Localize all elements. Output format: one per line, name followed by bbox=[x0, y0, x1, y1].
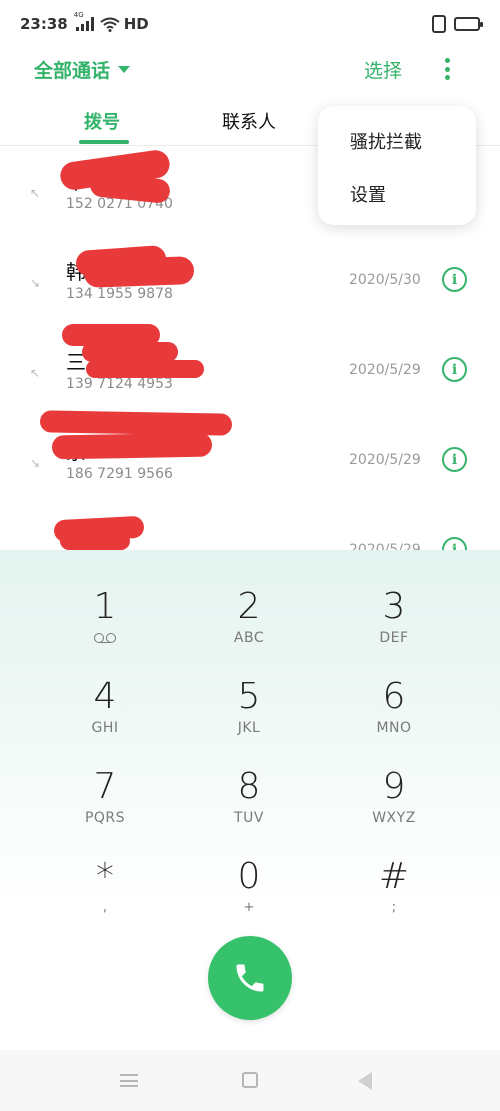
key-letters: TUV bbox=[234, 810, 264, 826]
redaction-mark bbox=[83, 256, 195, 288]
outgoing-call-icon: ↖ bbox=[30, 186, 41, 200]
key-letters: DEF bbox=[379, 630, 409, 646]
dialpad-key-3[interactable]: 3 DEF bbox=[334, 586, 454, 666]
recents-menu-icon[interactable] bbox=[120, 1074, 138, 1087]
key-letters: , bbox=[102, 900, 108, 915]
status-time: 23:38 bbox=[20, 15, 68, 33]
redaction-mark bbox=[60, 532, 130, 550]
vibrate-icon bbox=[432, 15, 446, 33]
incoming-call-icon: ↘ bbox=[30, 456, 41, 470]
caller-number: 134 1955 9878 bbox=[66, 286, 173, 302]
key-digit: 6 bbox=[382, 676, 406, 717]
select-button[interactable]: 选择 bbox=[364, 56, 402, 83]
redaction-mark bbox=[39, 410, 233, 436]
key-letters: GHI bbox=[91, 720, 119, 736]
key-digit: 1 bbox=[93, 586, 117, 627]
call-button[interactable] bbox=[208, 936, 292, 1020]
active-tab-indicator bbox=[79, 140, 129, 144]
call-filter-label: 全部通话 bbox=[34, 60, 111, 82]
caller-number: 139 7124 4953 bbox=[66, 376, 173, 392]
dialpad-key-star[interactable]: * , bbox=[45, 856, 165, 936]
dialpad-key-7[interactable]: 7 PQRS bbox=[45, 766, 165, 846]
key-digit: 9 bbox=[382, 766, 406, 807]
call-date: 2020/5/29 bbox=[349, 542, 421, 550]
back-icon[interactable] bbox=[358, 1072, 372, 1090]
key-digit: 8 bbox=[237, 766, 261, 807]
call-log-row[interactable]: ↘ 余 186 7291 9566 2020/5/29 i bbox=[0, 410, 500, 506]
key-digit: 5 bbox=[237, 676, 261, 717]
outgoing-call-icon: ↖ bbox=[30, 366, 41, 380]
battery-icon bbox=[454, 17, 483, 31]
call-date: 2020/5/29 bbox=[349, 362, 421, 378]
info-icon[interactable]: i bbox=[442, 447, 467, 472]
dialpad-key-0[interactable]: 0 + bbox=[189, 856, 309, 936]
redaction-mark bbox=[82, 342, 178, 362]
info-icon[interactable]: i bbox=[442, 537, 467, 550]
info-icon[interactable]: i bbox=[442, 357, 467, 382]
dialpad-key-6[interactable]: 6 MNO bbox=[334, 676, 454, 756]
tab-contacts[interactable]: 联系人 bbox=[222, 108, 276, 134]
caller-number: 186 7291 9566 bbox=[66, 466, 173, 482]
wifi-icon bbox=[100, 17, 120, 32]
cellular-signal-icon: 4G bbox=[74, 11, 94, 31]
dialpad-key-1[interactable]: 1 bbox=[45, 586, 165, 666]
key-digit: 0 bbox=[237, 856, 261, 897]
dialpad-key-hash[interactable]: # ; bbox=[334, 856, 454, 936]
dialpad-key-8[interactable]: 8 TUV bbox=[189, 766, 309, 846]
key-digit: # bbox=[378, 856, 410, 897]
menu-item-spam-block[interactable]: 骚扰拦截 bbox=[350, 128, 422, 154]
call-log-row[interactable]: ↖ 三 139 7124 4953 2020/5/29 i bbox=[0, 324, 500, 416]
dialpad-key-9[interactable]: 9 WXYZ bbox=[334, 766, 454, 846]
key-digit: 4 bbox=[93, 676, 117, 717]
app-header: 全部通话 选择 bbox=[0, 48, 500, 92]
voicemail-icon bbox=[93, 632, 117, 644]
incoming-call-icon: ↘ bbox=[30, 276, 41, 290]
key-letters: ABC bbox=[233, 630, 265, 646]
call-log-row[interactable]: ↘ 韩 134 1955 9878 2020/5/30 i bbox=[0, 236, 500, 326]
key-letters: MNO bbox=[376, 720, 412, 736]
tab-dial[interactable]: 拨号 bbox=[84, 108, 120, 134]
key-letters: PQRS bbox=[84, 810, 126, 826]
overflow-menu: 骚扰拦截 设置 bbox=[318, 106, 476, 225]
more-vertical-icon[interactable] bbox=[440, 56, 454, 82]
info-icon[interactable]: i bbox=[442, 267, 467, 292]
key-letters: ; bbox=[391, 900, 397, 915]
key-digit: 2 bbox=[237, 586, 261, 627]
caret-down-icon bbox=[118, 66, 131, 73]
home-icon[interactable] bbox=[242, 1072, 258, 1088]
key-digit: * bbox=[96, 856, 114, 897]
key-letters: + bbox=[243, 900, 255, 915]
key-digit: 7 bbox=[93, 766, 117, 807]
call-filter-dropdown[interactable]: 全部通话 bbox=[34, 56, 131, 83]
dialpad-key-4[interactable]: 4 GHI bbox=[45, 676, 165, 756]
menu-item-settings[interactable]: 设置 bbox=[350, 181, 386, 207]
call-log-row[interactable]: ↘ 与 2020/5/29 i bbox=[0, 506, 500, 550]
redaction-mark bbox=[51, 432, 213, 460]
call-date: 2020/5/30 bbox=[349, 272, 421, 288]
call-date: 2020/5/29 bbox=[349, 452, 421, 468]
key-letters: WXYZ bbox=[372, 810, 416, 826]
dialpad-key-5[interactable]: 5 JKL bbox=[189, 676, 309, 756]
key-digit: 3 bbox=[382, 586, 406, 627]
dialpad-key-2[interactable]: 2 ABC bbox=[189, 586, 309, 666]
key-letters: JKL bbox=[237, 720, 261, 736]
dialpad: 1 2 ABC 3 DEF 4 GHI 5 JKL 6 MNO 7 PQRS 8… bbox=[0, 550, 500, 1050]
status-bar: 23:38 4G HD bbox=[0, 0, 500, 48]
redaction-mark bbox=[86, 360, 204, 378]
phone-icon bbox=[236, 964, 264, 992]
hd-indicator: HD bbox=[123, 15, 149, 33]
system-nav-bar bbox=[0, 1050, 500, 1111]
